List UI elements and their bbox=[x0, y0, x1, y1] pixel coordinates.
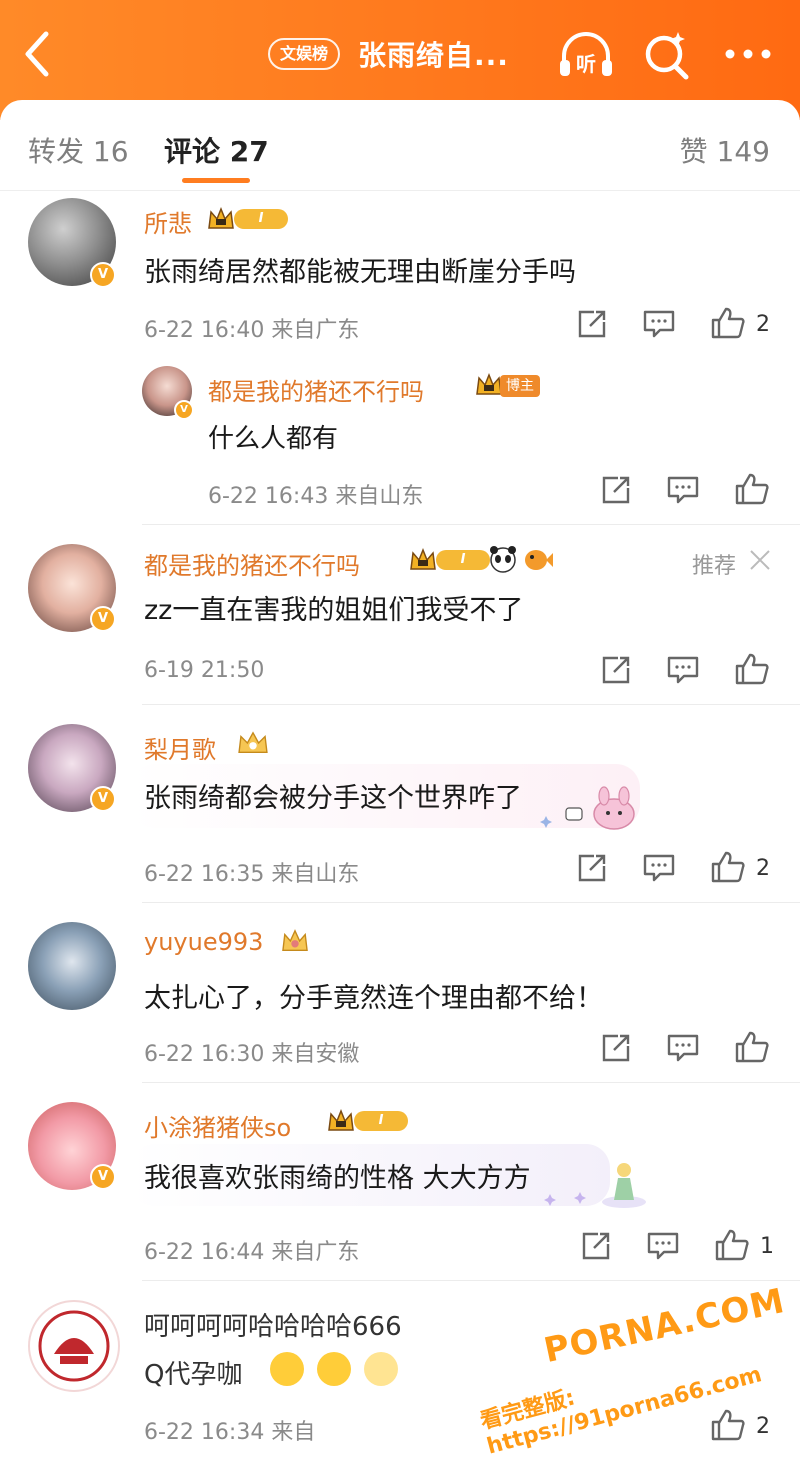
reply-icon[interactable] bbox=[666, 1032, 700, 1064]
comment-meta: 6-22 16:30 来自安徽 bbox=[144, 1042, 360, 1067]
like-count: 2 bbox=[756, 1414, 770, 1439]
verified-badge-icon: V bbox=[90, 1164, 116, 1190]
comment-text: 太扎心了，分手竟然连个理由都不给！ bbox=[144, 983, 603, 1014]
divider bbox=[142, 1280, 800, 1281]
chevron-left-icon bbox=[25, 31, 49, 77]
divider bbox=[142, 1082, 800, 1083]
recommend-label: 推荐 bbox=[692, 554, 737, 579]
avatar[interactable] bbox=[28, 922, 116, 1010]
like-icon[interactable] bbox=[710, 850, 746, 884]
comment-text: 呵呵呵呵哈哈哈哈666 bbox=[144, 1312, 402, 1342]
comment-text: 张雨绮都会被分手这个世界咋了 bbox=[144, 783, 522, 814]
reply-icon[interactable] bbox=[666, 654, 700, 686]
avatar[interactable] bbox=[28, 1300, 120, 1392]
comment-text: 我很喜欢张雨绮的性格 大大方方 bbox=[144, 1163, 531, 1194]
like-icon[interactable] bbox=[710, 306, 746, 340]
panda-icon bbox=[490, 546, 516, 573]
reply-text: 什么人都有 bbox=[208, 424, 339, 454]
like-count: 2 bbox=[756, 312, 770, 337]
share-icon[interactable] bbox=[600, 1032, 632, 1064]
reply-meta: 6-22 16:43 来自山东 bbox=[208, 484, 424, 509]
tab-repost[interactable]: 转发 16 bbox=[28, 130, 129, 170]
comment-username[interactable]: 小涂猪猪侠so bbox=[144, 1108, 291, 1143]
level-badge: I bbox=[436, 550, 490, 570]
comment-username[interactable]: yuyue993 bbox=[144, 928, 263, 956]
crying-emoji-icon bbox=[317, 1352, 352, 1386]
close-icon[interactable] bbox=[748, 548, 772, 572]
comment-meta: 6-22 16:35 来自山东 bbox=[144, 862, 360, 887]
like-count: 2 bbox=[756, 856, 770, 881]
crown-icon bbox=[282, 929, 308, 951]
level-badge: I bbox=[354, 1111, 408, 1131]
search-sparkle-icon bbox=[645, 32, 689, 80]
reply-icon[interactable] bbox=[642, 852, 676, 884]
level-badge: I bbox=[234, 209, 288, 229]
like-icon[interactable] bbox=[734, 1030, 770, 1064]
comment-meta: 6-22 16:34 来自 bbox=[144, 1420, 316, 1445]
comment-meta: 6-19 21:50 bbox=[144, 658, 265, 683]
comment-meta: 6-22 16:44 来自广东 bbox=[144, 1240, 360, 1265]
comment-text: zz一直在害我的姐姐们我受不了 bbox=[144, 595, 524, 626]
divider bbox=[142, 524, 800, 525]
reply-icon[interactable] bbox=[642, 308, 676, 340]
share-icon[interactable] bbox=[576, 852, 608, 884]
active-tab-indicator bbox=[182, 178, 250, 183]
like-icon[interactable] bbox=[710, 1408, 746, 1442]
crying-emoji-icon bbox=[270, 1352, 304, 1386]
bunny-sticker-icon bbox=[540, 786, 635, 830]
fish-icon bbox=[525, 550, 553, 570]
blogger-badge: 博主 bbox=[500, 375, 540, 397]
comment-username[interactable]: 都是我的猪还不行吗 bbox=[144, 546, 360, 581]
headphones-icon: 听 bbox=[560, 32, 612, 76]
reply-username[interactable]: 都是我的猪还不行吗 bbox=[208, 372, 424, 407]
little-prince-sticker-icon bbox=[544, 1163, 646, 1208]
listen-button[interactable]: 听 bbox=[556, 28, 616, 82]
share-icon[interactable] bbox=[600, 474, 632, 506]
like-icon[interactable] bbox=[734, 472, 770, 506]
crown-icon bbox=[208, 206, 234, 229]
comment-username[interactable]: 梨月歌 bbox=[144, 730, 216, 765]
back-button[interactable] bbox=[18, 28, 58, 80]
seal-logo-icon bbox=[38, 1310, 110, 1382]
divider bbox=[142, 902, 800, 903]
comment-text-link[interactable]: Q代孕咖 bbox=[144, 1354, 242, 1391]
verified-badge-icon: V bbox=[90, 262, 116, 288]
share-icon[interactable] bbox=[600, 654, 632, 686]
emoji-row bbox=[270, 1352, 406, 1386]
tab-like[interactable]: 赞 149 bbox=[680, 130, 770, 170]
svg-text:听: 听 bbox=[576, 52, 596, 76]
divider bbox=[142, 704, 800, 705]
reply-icon[interactable] bbox=[666, 474, 700, 506]
comment-meta: 6-22 16:40 来自广东 bbox=[144, 318, 360, 343]
like-icon[interactable] bbox=[714, 1228, 750, 1262]
page-title: 张雨绮自... bbox=[358, 39, 509, 72]
crown-icon bbox=[328, 1108, 354, 1131]
comment-text: 张雨绮居然都能被无理由断崖分手吗 bbox=[144, 257, 576, 288]
verified-badge-icon: V bbox=[90, 606, 116, 632]
share-icon[interactable] bbox=[580, 1230, 612, 1262]
more-button[interactable] bbox=[720, 28, 776, 82]
reply-icon[interactable] bbox=[646, 1230, 680, 1262]
crown-icon bbox=[410, 547, 436, 570]
share-icon[interactable] bbox=[576, 308, 608, 340]
trending-tag[interactable]: 文娱榜 bbox=[268, 38, 341, 70]
crown-icon bbox=[238, 731, 268, 753]
like-icon[interactable] bbox=[734, 652, 770, 686]
verified-badge-icon: V bbox=[90, 786, 116, 812]
comment-username[interactable]: 所悲 bbox=[144, 204, 192, 239]
verified-badge-icon: V bbox=[174, 400, 194, 420]
tab-comment[interactable]: 评论 27 bbox=[164, 130, 269, 170]
more-dots-icon bbox=[725, 49, 771, 59]
like-count: 1 bbox=[760, 1234, 774, 1259]
tab-bar: 转发 16 评论 27 赞 149 bbox=[0, 100, 800, 191]
crying-emoji-icon bbox=[364, 1352, 399, 1386]
search-button[interactable] bbox=[640, 28, 696, 82]
